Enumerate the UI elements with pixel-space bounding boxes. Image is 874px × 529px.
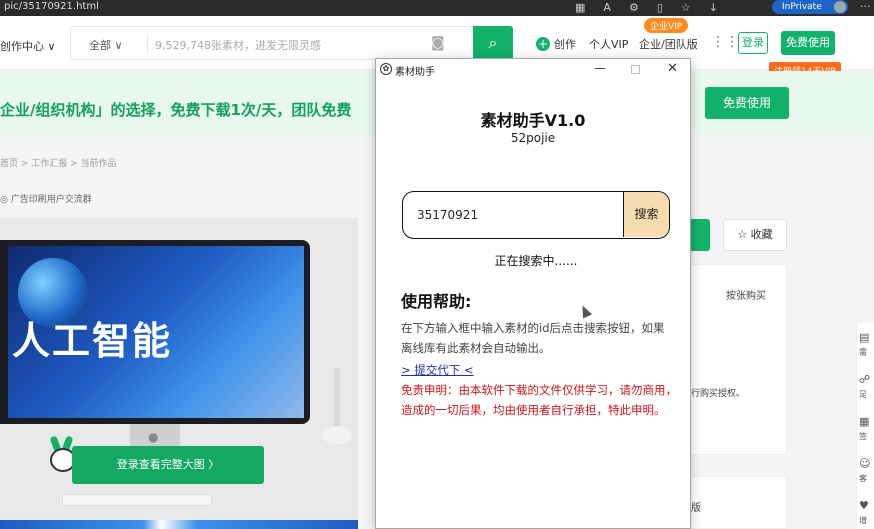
version-text: 版 bbox=[691, 503, 701, 514]
user-group-link[interactable]: ◎ 广告印刷用户交流群 bbox=[0, 192, 92, 205]
search-input[interactable]: 9,529,748张素材，进发无限灵感 bbox=[155, 37, 321, 53]
apps-grid-icon[interactable]: ⋮⋮ bbox=[711, 34, 739, 50]
license-card: 按张购买 行购买授权。 bbox=[690, 264, 787, 455]
material-helper-window: ✿ 素材助手 — ✕ 素材助手V1.0 52pojie 搜索 正在搜索中....… bbox=[375, 58, 691, 529]
id-search-button[interactable]: 搜索 bbox=[623, 192, 669, 237]
read-aloud-icon[interactable]: A bbox=[603, 1, 611, 14]
id-input[interactable] bbox=[403, 192, 623, 237]
submit-request-link[interactable]: > 提交代下 < bbox=[401, 362, 474, 378]
preview-title: 人工智能 bbox=[12, 319, 173, 363]
app-heading: 素材助手V1.0 bbox=[480, 111, 586, 130]
favorites-icon[interactable]: ☆ bbox=[681, 1, 691, 14]
creator-center-link[interactable]: 创作中心 ∨ bbox=[0, 38, 56, 54]
version-card: 版 bbox=[690, 476, 787, 529]
maximize-icon[interactable] bbox=[631, 65, 640, 74]
login-view-full-button[interactable]: 登录查看完整大图 〉 bbox=[72, 446, 264, 484]
sidebar-label-demand: 需 bbox=[859, 348, 867, 357]
sidebar-label-gift: 增 bbox=[859, 516, 867, 525]
camera-icon[interactable]: ◙ bbox=[431, 35, 445, 51]
gift-icon[interactable]: ♥ bbox=[859, 499, 874, 512]
free-use-button[interactable]: 免费使用 bbox=[781, 31, 835, 55]
extensions-icon[interactable]: ⚙ bbox=[629, 1, 639, 14]
demand-icon[interactable]: ▤ bbox=[859, 331, 874, 344]
browser-titlebar: pic/35170921.html ▦ A ⚙ ▯ ☆ ↓ InPrivate … bbox=[0, 0, 874, 16]
search-status: 正在搜索中...... bbox=[494, 254, 578, 268]
promo-text: 企业/组织机构」的选择，免费下载1次/天，团队免费 bbox=[0, 101, 352, 119]
inprivate-profile-button[interactable]: InPrivate bbox=[772, 0, 848, 14]
close-icon[interactable]: ✕ bbox=[667, 61, 678, 76]
support-icon[interactable]: ☺ bbox=[859, 457, 874, 470]
buy-by-sheet-tab[interactable]: 按张购买 bbox=[726, 287, 766, 302]
search-icon: ⌕ bbox=[488, 33, 498, 52]
browser-toolbar: ▦ A ⚙ ▯ ☆ ↓ bbox=[575, 1, 718, 14]
license-text: 行购买授权。 bbox=[691, 389, 746, 399]
lamp-graphic bbox=[322, 368, 352, 448]
preview-screen: 人工智能 bbox=[8, 246, 304, 418]
monitor-mockup: 人工智能 bbox=[0, 240, 310, 424]
breadcrumb[interactable]: 首页 > 工作汇报 > 当前作品 bbox=[0, 156, 117, 169]
qr-icon[interactable]: ▦ bbox=[575, 1, 585, 14]
create-link[interactable]: + 创作 bbox=[536, 36, 576, 52]
minimize-icon[interactable]: — bbox=[594, 61, 606, 75]
promo-free-use-button[interactable]: 免费使用 bbox=[705, 87, 789, 119]
login-button[interactable]: 登录 bbox=[738, 32, 768, 54]
material-preview[interactable]: 人工智能 ● 登录查看完整大图 〉 bbox=[0, 218, 358, 529]
right-float-sidebar: ▤ 需 ☍ 足 ▦ 签 ☺ 客 ♥ 增 bbox=[856, 323, 874, 529]
sidebar-label-footprint: 足 bbox=[859, 390, 867, 399]
search-divider bbox=[147, 35, 148, 53]
disclaimer-text: 免责申明：由本软件下载的文件仅供学习，请勿商用，造成的一切后果，均由使用者自行承… bbox=[401, 383, 677, 417]
footprint-icon[interactable]: ☍ bbox=[859, 373, 874, 386]
search-button[interactable]: ⌕ bbox=[473, 26, 513, 60]
help-text: 在下方输入框中输入素材的id后点击搜索按钮，如果离线库有此素材会自动输出。 bbox=[401, 321, 665, 355]
window-titlebar[interactable]: ✿ 素材助手 — ✕ bbox=[376, 59, 690, 81]
id-search-box: 搜索 bbox=[402, 191, 670, 239]
help-title: 使用帮助: bbox=[401, 292, 472, 311]
address-bar[interactable]: pic/35170921.html bbox=[4, 1, 99, 12]
thumbnail-strip bbox=[0, 520, 358, 529]
enterprise-vip-badge: 企业VIP bbox=[644, 18, 689, 33]
avatar-icon bbox=[834, 1, 846, 13]
keyboard-graphic bbox=[62, 494, 212, 506]
browser-more-icon[interactable]: ··· bbox=[860, 0, 871, 13]
team-version-link[interactable]: 企业/团队版 bbox=[639, 36, 698, 52]
downloads-icon[interactable]: ↓ bbox=[709, 1, 718, 14]
sidebar-label-support: 客 bbox=[859, 474, 867, 483]
app-subtitle: 52pojie bbox=[510, 131, 556, 145]
create-label: 创作 bbox=[554, 38, 576, 51]
search-bar: 全部 ∨ 9,529,748张素材，进发无限灵感 ◙ ⌕ bbox=[70, 26, 513, 60]
apple-logo-icon: ● bbox=[148, 430, 159, 444]
app-icon: ✿ bbox=[380, 63, 392, 75]
favorite-button[interactable]: ☆ 收藏 bbox=[723, 219, 787, 251]
inprivate-label: InPrivate bbox=[782, 2, 822, 12]
personal-vip-link[interactable]: 个人VIP bbox=[589, 36, 628, 52]
checkin-icon[interactable]: ▦ bbox=[859, 415, 874, 428]
download-button[interactable] bbox=[688, 219, 710, 251]
split-screen-icon[interactable]: ▯ bbox=[657, 1, 663, 14]
plus-icon: + bbox=[536, 37, 550, 51]
sidebar-label-checkin: 签 bbox=[859, 432, 867, 441]
category-dropdown[interactable]: 全部 ∨ bbox=[89, 37, 123, 53]
window-title: 素材助手 bbox=[395, 67, 435, 78]
